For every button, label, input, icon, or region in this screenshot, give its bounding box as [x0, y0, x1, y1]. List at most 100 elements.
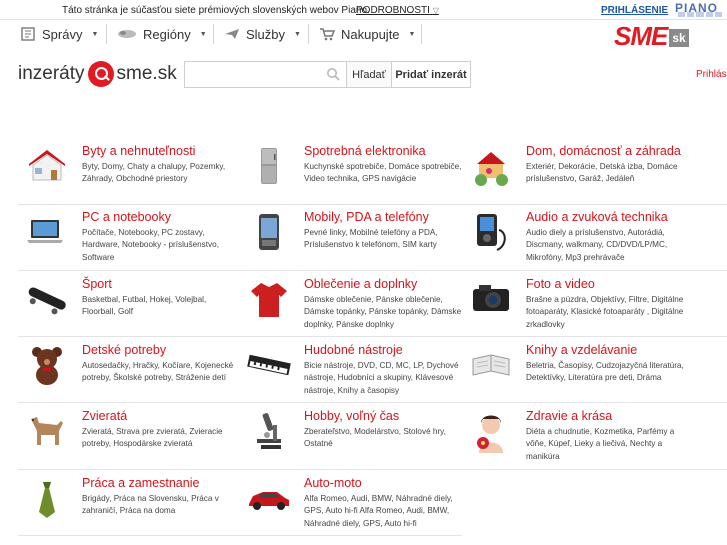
nav-label-spravy: Správy	[42, 26, 83, 42]
category-subcategories[interactable]: Exteriér, Dekorácie, Detská izba, Domáce…	[526, 161, 686, 186]
mp3-player-icon[interactable]	[469, 210, 513, 254]
category-title[interactable]: Hobby, voľný čas	[304, 409, 399, 423]
category-item[interactable]: Zvieratá Zvieratá, Strava pre zvieratá, Z…	[25, 409, 235, 465]
category-item[interactable]: Zdravie a krása Diéta a chudnutie, Kozmet…	[469, 409, 679, 465]
category-title[interactable]: Audio a zvuková technika	[526, 210, 668, 224]
category-subcategories[interactable]: Zberateľstvo, Modelárstvo, Stolové hry, …	[304, 426, 464, 451]
category-title[interactable]: Hudobné nástroje	[304, 343, 403, 357]
category-subcategories[interactable]: Beletria, Časopisy, Cudzojazyčná literat…	[526, 360, 686, 385]
category-title[interactable]: Šport	[82, 277, 112, 291]
category-title[interactable]: Byty a nehnuteľnosti	[82, 144, 195, 158]
category-item[interactable]: Knihy a vzdelávanie Beletria, Časopisy, C…	[469, 343, 684, 399]
category-subcategories[interactable]: Basketbal, Futbal, Hokej, Volejbal, Floo…	[82, 294, 242, 319]
category-title[interactable]: Auto-moto	[304, 476, 362, 490]
category-subcategories[interactable]: Byty, Domy, Chaty a chalupy, Pozemky, Zá…	[82, 161, 242, 186]
inzeraty-logo[interactable]: inzeráty sme.sk	[18, 60, 177, 88]
house-icon[interactable]	[25, 144, 69, 188]
category-subcategories[interactable]: Brigády, Práca na Slovensku, Práca v zah…	[82, 493, 242, 518]
phone-icon[interactable]	[247, 210, 291, 254]
row-divider	[462, 469, 727, 470]
row-divider	[18, 469, 240, 470]
row-divider	[18, 336, 240, 337]
category-item[interactable]: Oblečenie a doplnky Dámske oblečenie, Pán…	[247, 277, 461, 333]
row-divider	[18, 402, 240, 403]
row-divider	[462, 402, 727, 403]
shirt-icon[interactable]	[247, 277, 291, 321]
skateboard-icon[interactable]	[25, 277, 69, 321]
nav-item-nakupujte[interactable]: Nakupujte ▼	[319, 24, 415, 44]
category-subcategories[interactable]: Kuchynské spotrebiče, Domáce spotrebiče,…	[304, 161, 464, 186]
category-item[interactable]: Hobby, voľný čas Zberateľstvo, Modelárstv…	[247, 409, 457, 465]
category-title[interactable]: Zdravie a krása	[526, 409, 612, 423]
sme-logo[interactable]: SME sk	[614, 20, 689, 50]
caret-down-icon: ▼	[408, 30, 416, 38]
piano-message: Táto stránka je súčasťou siete prémiovýc…	[62, 5, 370, 16]
category-subcategories[interactable]: Bicie nástroje, DVD, CD, MC, LP, Dychové…	[304, 360, 464, 397]
signin-link[interactable]: Prihlásenie	[696, 69, 727, 80]
category-subcategories[interactable]: Počítače, Notebooky, PC zostavy, Hardwar…	[82, 227, 242, 264]
search-button[interactable]: Hľadať	[346, 61, 392, 88]
category-title[interactable]: Detské potreby	[82, 343, 166, 357]
category-title[interactable]: Zvieratá	[82, 409, 127, 423]
category-item[interactable]: Mobily, PDA a telefóny Pevné linky, Mobil…	[247, 210, 457, 266]
region-icon	[118, 30, 136, 38]
category-title[interactable]: Dom, domácnosť a záhrada	[526, 144, 681, 158]
category-item[interactable]: Práca a zamestnanie Brigády, Práca na Slo…	[25, 476, 235, 532]
woman-flower-icon[interactable]	[469, 409, 513, 453]
category-subcategories[interactable]: Pevné linky, Mobilné telefóny a PDA, Prí…	[304, 227, 464, 252]
category-item[interactable]: Dom, domácnosť a záhrada Exteriér, Dekorá…	[469, 144, 681, 200]
category-subcategories[interactable]: Brašne a púzdra, Objektívy, Filtre, Digi…	[526, 294, 686, 331]
nav-label-nakupujte: Nakupujte	[341, 26, 400, 42]
add-listing-button[interactable]: Pridať inzerát	[392, 61, 471, 88]
category-subcategories[interactable]: Alfa Romeo, Audi, BMW, Náhradné diely, G…	[304, 493, 464, 530]
home-garden-icon[interactable]	[469, 144, 513, 188]
category-subcategories[interactable]: Diéta a chudnutie, Kozmetika, Parfémy a …	[526, 426, 686, 463]
category-title[interactable]: Spotrebná elektronika	[304, 144, 426, 158]
fridge-icon[interactable]	[247, 144, 291, 188]
row-divider	[462, 336, 727, 337]
laptop-icon[interactable]	[25, 210, 69, 254]
category-item[interactable]: PC a notebooky Počítače, Notebooky, PC zo…	[25, 210, 235, 266]
dog-icon[interactable]	[25, 409, 69, 453]
category-item[interactable]: Šport Basketbal, Futbal, Hokej, Volejbal,…	[25, 277, 235, 333]
category-title[interactable]: Oblečenie a doplnky	[304, 277, 417, 291]
teddy-bear-icon[interactable]	[25, 343, 69, 387]
news-icon	[21, 27, 35, 41]
category-subcategories[interactable]: Dámske oblečenie, Pánske oblečenie, Dáms…	[304, 294, 464, 331]
category-title[interactable]: Mobily, PDA a telefóny	[304, 210, 429, 224]
nav-item-sluzby[interactable]: Služby ▼	[224, 24, 301, 44]
piano-details-label: PODROBNOSTI	[356, 5, 430, 16]
cart-icon	[320, 28, 335, 41]
category-item[interactable]: Detské potreby Autosedačky, Hračky, Kočía…	[25, 343, 235, 399]
category-item[interactable]: Byty a nehnuteľnosti Byty, Domy, Chaty a …	[25, 144, 235, 200]
nav-item-regiony[interactable]: Regióny ▼	[117, 24, 207, 44]
category-title[interactable]: PC a notebooky	[82, 210, 171, 224]
category-item[interactable]: Audio a zvuková technika Audio diely a pr…	[469, 210, 679, 266]
category-title[interactable]: Knihy a vzdelávanie	[526, 343, 637, 357]
category-item[interactable]: Foto a video Brašne a púzdra, Objektívy, …	[469, 277, 683, 333]
sme-logo-text: SME	[614, 21, 668, 51]
category-item[interactable]: Hudobné nástroje Bicie nástroje, DVD, CD,…	[247, 343, 459, 399]
search-input[interactable]	[184, 61, 346, 88]
camera-icon[interactable]	[469, 277, 513, 321]
tie-icon[interactable]	[25, 476, 69, 520]
category-title[interactable]: Práca a zamestnanie	[82, 476, 199, 490]
microscope-icon[interactable]	[247, 409, 291, 453]
piano-details-link[interactable]: PODROBNOSTI ▽	[356, 5, 439, 16]
piano-login-link[interactable]: PRIHLÁSENIE	[601, 5, 668, 16]
category-title[interactable]: Foto a video	[526, 277, 595, 291]
category-item[interactable]: Spotrebná elektronika Kuchynské spotrebič…	[247, 144, 461, 200]
piano-bar: Táto stránka je súčasťou siete prémiovýc…	[0, 0, 727, 20]
caret-down-icon: ▼	[91, 30, 99, 38]
category-subcategories[interactable]: Audio diely a príslušenstvo, Autorádiá, …	[526, 227, 686, 264]
nav-item-spravy[interactable]: Správy ▼	[20, 24, 98, 44]
category-subcategories[interactable]: Zvieratá, Strava pre zvieratá, Zvieracie…	[82, 426, 242, 451]
magnifier-logo-icon	[87, 61, 114, 87]
nav-label-sluzby: Služby	[246, 26, 286, 42]
book-icon[interactable]	[469, 343, 513, 387]
category-subcategories[interactable]: Autosedačky, Hračky, Kočíare, Kojenecké …	[82, 360, 242, 385]
car-icon[interactable]	[247, 476, 291, 520]
keyboard-instrument-icon[interactable]	[247, 343, 291, 387]
category-item[interactable]: Auto-moto Alfa Romeo, Audi, BMW, Náhradné…	[247, 476, 457, 532]
row-divider	[18, 535, 240, 536]
